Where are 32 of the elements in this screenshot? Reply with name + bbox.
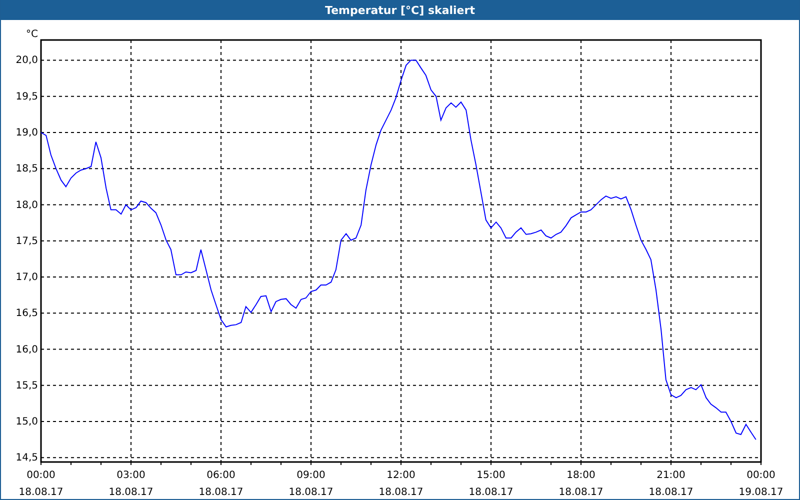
- x-tick-time: 12:00: [386, 470, 416, 481]
- y-tick-label: 15,5: [16, 380, 38, 392]
- x-tick-date: 18.08.17: [18, 487, 64, 498]
- x-tick-time: 09:00: [296, 470, 326, 481]
- x-tick-date: 18.08.17: [558, 487, 604, 498]
- x-tick-date: 18.08.17: [648, 487, 694, 498]
- x-tick-time: 18:00: [566, 470, 596, 481]
- x-tick-time: 21:00: [656, 470, 686, 481]
- y-tick-label: 18,5: [16, 164, 38, 175]
- chart-title: Temperatur [°C] skaliert: [325, 4, 475, 16]
- y-tick-label: 17,5: [16, 236, 38, 247]
- x-tick-date: 18.08.17: [108, 487, 154, 498]
- x-tick-time: 03:00: [116, 470, 146, 481]
- x-tick-time: 00:00: [746, 470, 776, 481]
- x-tick-date: 18.08.17: [198, 487, 244, 498]
- x-tick-date: 18.08.17: [468, 487, 514, 498]
- x-tick-date: 19.08.17: [738, 487, 784, 498]
- x-tick-time: 00:00: [26, 470, 56, 481]
- y-tick-label: 15,0: [16, 416, 38, 428]
- y-tick-label: 19,5: [16, 91, 38, 102]
- y-tick-label: 20,0: [16, 55, 38, 66]
- y-tick-label: 18,0: [16, 200, 38, 211]
- y-tick-label: 16,5: [16, 308, 38, 320]
- y-tick-label: 14,5: [16, 452, 38, 464]
- x-tick-time: 06:00: [206, 470, 236, 481]
- y-tick-label: 16,0: [16, 344, 38, 356]
- x-tick-date: 18.08.17: [288, 487, 334, 498]
- x-tick-time: 15:00: [476, 470, 506, 481]
- x-tick-date: 18.08.17: [378, 487, 424, 498]
- y-tick-label: 17,0: [16, 272, 38, 284]
- y-tick-label: 19,0: [16, 128, 38, 138]
- y-axis-unit: °C: [26, 29, 38, 40]
